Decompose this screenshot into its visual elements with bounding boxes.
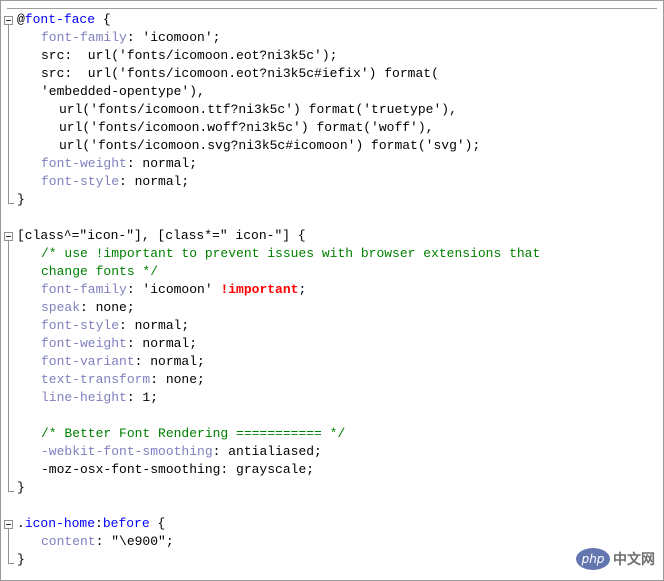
code-token: @	[17, 12, 25, 27]
code-token: src: url('fonts/icomoon.eot?ni3k5c#iefix…	[41, 66, 439, 81]
code-line: 'embedded-opentype'),	[17, 83, 540, 101]
fold-gutter	[1, 1, 15, 580]
code-line: [class^="icon-"], [class*=" icon-"] {	[17, 227, 540, 245]
code-line: -webkit-font-smoothing: antialiased;	[17, 443, 540, 461]
code-line: /* use !important to prevent issues with…	[17, 245, 540, 263]
code-line: font-family: 'icomoon' !important;	[17, 281, 540, 299]
fold-toggle-icon[interactable]	[4, 16, 13, 25]
code-line: font-style: normal;	[17, 317, 540, 335]
code-line: font-weight: normal;	[17, 155, 540, 173]
code-line: change fonts */	[17, 263, 540, 281]
code-token: speak	[41, 300, 81, 315]
code-token: ;	[298, 282, 307, 297]
code-token: : normal;	[126, 336, 198, 351]
code-line: src: url('fonts/icomoon.eot?ni3k5c');	[17, 47, 540, 65]
fold-end-marker	[8, 203, 14, 204]
code-token: -moz-osx-font-smoothing: grayscale;	[41, 462, 315, 477]
code-token: font-family	[41, 282, 127, 297]
code-token: url('fonts/icomoon.woff?ni3k5c') format(…	[59, 120, 434, 135]
code-token: : normal;	[119, 174, 190, 189]
code-line: url('fonts/icomoon.ttf?ni3k5c') format('…	[17, 101, 540, 119]
code-token: {	[95, 12, 111, 27]
fold-toggle-icon[interactable]	[4, 520, 13, 529]
code-token: : normal;	[119, 318, 190, 333]
code-token: icon-home	[24, 516, 96, 531]
code-line: font-family: 'icomoon';	[17, 29, 540, 47]
code-token: -webkit-font-smoothing	[41, 444, 213, 459]
code-token: {	[149, 516, 166, 531]
fold-end-marker	[8, 491, 14, 492]
code-token: line-height	[41, 390, 127, 405]
code-token: font-family	[41, 30, 127, 45]
code-token: : 'icomoon';	[126, 30, 221, 45]
code-token: url('fonts/icomoon.ttf?ni3k5c') format('…	[59, 102, 457, 117]
code-line: url('fonts/icomoon.svg?ni3k5c#icomoon') …	[17, 137, 540, 155]
code-token: change fonts */	[41, 264, 159, 279]
code-token: src: url('fonts/icomoon.eot?ni3k5c');	[41, 48, 338, 63]
code-token: before	[102, 516, 150, 531]
code-line: text-transform: none;	[17, 371, 540, 389]
code-line: line-height: 1;	[17, 389, 540, 407]
fold-guide	[8, 529, 9, 563]
code-line: }	[17, 479, 540, 497]
code-line: .icon-home:before {	[17, 515, 540, 533]
code-line: content: "\e900";	[17, 533, 540, 551]
code-line: -moz-osx-font-smoothing: grayscale;	[17, 461, 540, 479]
code-token: .	[17, 516, 25, 531]
code-line: font-style: normal;	[17, 173, 540, 191]
code-token: content	[41, 534, 96, 549]
code-line: url('fonts/icomoon.woff?ni3k5c') format(…	[17, 119, 540, 137]
fold-guide	[8, 25, 9, 203]
code-token: 'embedded-opentype'),	[41, 84, 205, 99]
code-line: src: url('fonts/icomoon.eot?ni3k5c#iefix…	[17, 65, 540, 83]
code-token: !important	[220, 282, 299, 297]
code-token: : normal;	[126, 156, 198, 171]
code-token: font-weight	[41, 336, 127, 351]
code-token: : 'icomoon'	[126, 282, 221, 297]
fold-toggle-icon[interactable]	[4, 232, 13, 241]
code-line: speak: none;	[17, 299, 540, 317]
code-editor-frame: @font-face {font-family: 'icomoon'; src: …	[0, 0, 664, 581]
fold-guide	[8, 241, 9, 491]
top-divider	[7, 8, 657, 9]
code-token: text-transform	[41, 372, 151, 387]
code-token: :	[95, 516, 103, 531]
code-token: font-style	[41, 174, 120, 189]
code-line: @font-face {	[17, 11, 540, 29]
watermark-text: 中文网	[613, 552, 655, 568]
php-logo-icon: php	[576, 548, 610, 570]
code-token: : none;	[150, 372, 205, 387]
code-token: font-style	[41, 318, 120, 333]
code-token: : 1;	[126, 390, 159, 405]
fold-end-marker	[8, 563, 14, 564]
code-token: font-weight	[41, 156, 127, 171]
code-token: [class^="icon-"], [class*=" icon-"] {	[17, 228, 306, 243]
code-line: font-weight: normal;	[17, 335, 540, 353]
code-token: : antialiased;	[212, 444, 322, 459]
code-token: : normal;	[134, 354, 205, 369]
code-token: font-face	[24, 12, 96, 27]
code-token: url('fonts/icomoon.svg?ni3k5c#icomoon') …	[59, 138, 481, 153]
code-token: : "\e900";	[95, 534, 174, 549]
code-line: }	[17, 191, 540, 209]
code-token: }	[17, 480, 25, 495]
code-token: font-variant	[41, 354, 135, 369]
watermark: php 中文网	[576, 548, 655, 570]
code-token: }	[17, 192, 25, 207]
code-token: /* Better Font Rendering =========== */	[41, 426, 346, 441]
code-area[interactable]: @font-face {font-family: 'icomoon'; src: …	[17, 11, 540, 569]
code-line: }	[17, 551, 540, 569]
code-token: /* use !important to prevent issues with…	[41, 246, 541, 261]
code-token: }	[17, 552, 25, 567]
code-line: /* Better Font Rendering =========== */	[17, 425, 540, 443]
code-token: : none;	[80, 300, 135, 315]
code-line: font-variant: normal;	[17, 353, 540, 371]
